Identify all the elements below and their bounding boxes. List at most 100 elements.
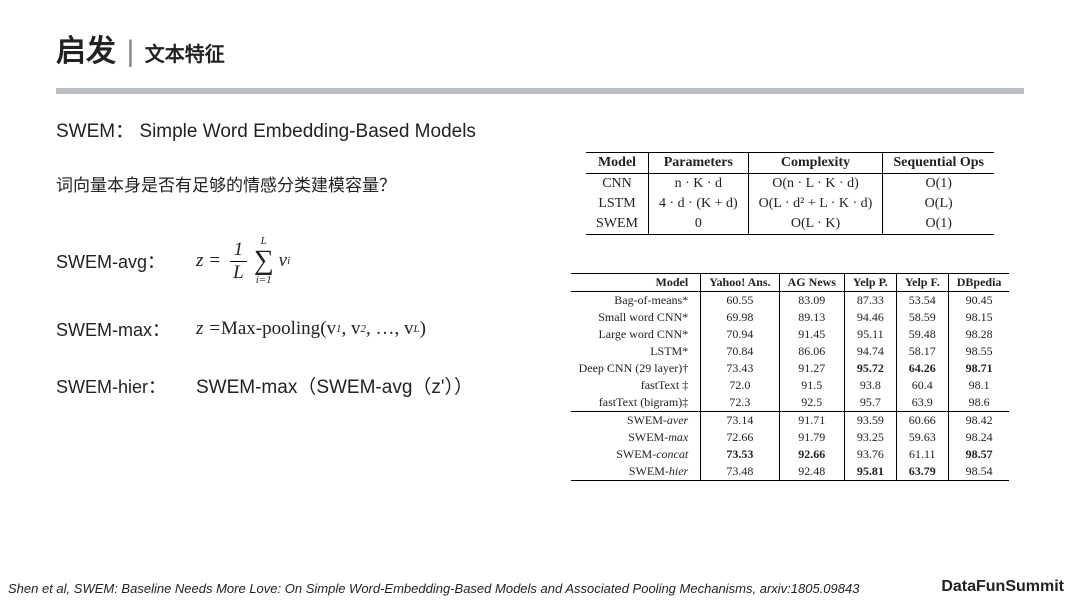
swem-avg-formula: z = 1 L L ∑ i=1 vi (196, 236, 290, 286)
title-separator: | (120, 35, 140, 68)
t1-cell: O(n · L · K · d) (748, 174, 883, 195)
t2-cell: 91.71 (779, 412, 844, 430)
content-area: SWEM： Simple Word Embedding-Based Models… (0, 94, 1080, 481)
t2-header: DBpedia (948, 274, 1009, 292)
t2-cell: 83.09 (779, 292, 844, 310)
swem-hier-label: SWEM-hier： (56, 373, 196, 399)
t1-cell: 4 · d · (K + d) (649, 194, 749, 214)
t1-header: Parameters (649, 153, 749, 174)
t1-cell: n · K · d (649, 174, 749, 195)
t2-cell: 93.8 (844, 377, 896, 394)
t2-cell: SWEM-concat (571, 446, 701, 463)
t2-cell: 59.63 (896, 429, 948, 446)
t1-cell: O(1) (883, 214, 994, 235)
t2-cell: Deep CNN (29 layer)† (571, 360, 701, 377)
t2-cell: Large word CNN* (571, 326, 701, 343)
t2-cell: 72.66 (701, 429, 779, 446)
t1-cell: O(1) (883, 174, 994, 195)
t2-cell: 92.48 (779, 463, 844, 481)
swem-max-row: SWEM-max： z = Max-pooling (v1 , v2 , …, … (56, 316, 556, 342)
sigma-icon: L ∑ i=1 (254, 236, 274, 286)
t1-header: Sequential Ops (883, 153, 994, 174)
t2-cell: 94.74 (844, 343, 896, 360)
t2-cell: 70.84 (701, 343, 779, 360)
t2-cell: 63.9 (896, 394, 948, 412)
t2-cell: 90.45 (948, 292, 1009, 310)
t1-cell: LSTM (586, 194, 649, 214)
t2-cell: 89.13 (779, 309, 844, 326)
t1-header: Complexity (748, 153, 883, 174)
t2-cell: 61.11 (896, 446, 948, 463)
t2-cell: 93.59 (844, 412, 896, 430)
t1-header: Model (586, 153, 649, 174)
t2-cell: 58.59 (896, 309, 948, 326)
t1-cell: CNN (586, 174, 649, 195)
t2-cell: 92.66 (779, 446, 844, 463)
swem-avg-row: SWEM-avg： z = 1 L L ∑ i=1 vi (56, 236, 556, 286)
left-column: SWEM： Simple Word Embedding-Based Models… (56, 116, 556, 481)
t2-cell: 73.48 (701, 463, 779, 481)
t2-cell: Bag-of-means* (571, 292, 701, 310)
t2-cell: 91.79 (779, 429, 844, 446)
t2-cell: 60.66 (896, 412, 948, 430)
t2-cell: 60.4 (896, 377, 948, 394)
results-table: ModelYahoo! Ans.AG NewsYelp P.Yelp F.DBp… (571, 273, 1010, 481)
t1-cell: 0 (649, 214, 749, 235)
footer: Shen et al, SWEM: Baseline Needs More Lo… (8, 578, 1064, 596)
t2-cell: 73.14 (701, 412, 779, 430)
t2-header: Yelp P. (844, 274, 896, 292)
t2-cell: 98.42 (948, 412, 1009, 430)
t2-cell: fastText ‡ (571, 377, 701, 394)
t1-cell: SWEM (586, 214, 649, 235)
t2-cell: 69.98 (701, 309, 779, 326)
brand-logo: DataFunSummit (941, 578, 1064, 596)
swem-definition: SWEM： Simple Word Embedding-Based Models (56, 116, 556, 143)
fraction-1-over-L: 1 L (230, 239, 247, 284)
t2-cell: 93.76 (844, 446, 896, 463)
t2-cell: 63.79 (896, 463, 948, 481)
t2-cell: 87.33 (844, 292, 896, 310)
t2-header: Yahoo! Ans. (701, 274, 779, 292)
complexity-table: ModelParametersComplexitySequential Ops … (586, 152, 994, 235)
t2-cell: 98.15 (948, 309, 1009, 326)
t2-cell: 98.54 (948, 463, 1009, 481)
t2-cell: 53.54 (896, 292, 948, 310)
t2-cell: SWEM-aver (571, 412, 701, 430)
t2-header: Model (571, 274, 701, 292)
t2-cell: 64.26 (896, 360, 948, 377)
t2-cell: 86.06 (779, 343, 844, 360)
t2-cell: 91.45 (779, 326, 844, 343)
title-main: 启发 (56, 35, 116, 68)
t2-cell: 95.11 (844, 326, 896, 343)
t2-cell: 98.24 (948, 429, 1009, 446)
t2-cell: 95.7 (844, 394, 896, 412)
t2-cell: 72.0 (701, 377, 779, 394)
swem-label: SWEM： (56, 121, 134, 142)
t2-cell: LSTM* (571, 343, 701, 360)
t2-cell: 73.43 (701, 360, 779, 377)
t2-cell: 72.3 (701, 394, 779, 412)
t2-header: Yelp F. (896, 274, 948, 292)
t2-cell: SWEM-hier (571, 463, 701, 481)
t2-cell: 98.71 (948, 360, 1009, 377)
title-sub: 文本特征 (145, 44, 225, 66)
t2-cell: 91.27 (779, 360, 844, 377)
t2-cell: 95.72 (844, 360, 896, 377)
t2-cell: 98.57 (948, 446, 1009, 463)
t2-cell: 98.28 (948, 326, 1009, 343)
citation: Shen et al, SWEM: Baseline Needs More Lo… (8, 581, 859, 596)
t1-cell: O(L · d² + L · K · d) (748, 194, 883, 214)
t2-cell: 98.55 (948, 343, 1009, 360)
t2-cell: fastText (bigram)‡ (571, 394, 701, 412)
t1-cell: O(L) (883, 194, 994, 214)
t2-cell: 92.5 (779, 394, 844, 412)
swem-hier-row: SWEM-hier： SWEM-max（SWEM-avg（z'）） (56, 372, 556, 399)
t2-header: AG News (779, 274, 844, 292)
swem-max-formula: z = Max-pooling (v1 , v2 , …, vL ) (196, 318, 426, 340)
t2-cell: 73.53 (701, 446, 779, 463)
t2-cell: Small word CNN* (571, 309, 701, 326)
t2-cell: 70.94 (701, 326, 779, 343)
t2-cell: 93.25 (844, 429, 896, 446)
slide-header: 启发 | 文本特征 (0, 0, 1080, 78)
t2-cell: 98.6 (948, 394, 1009, 412)
